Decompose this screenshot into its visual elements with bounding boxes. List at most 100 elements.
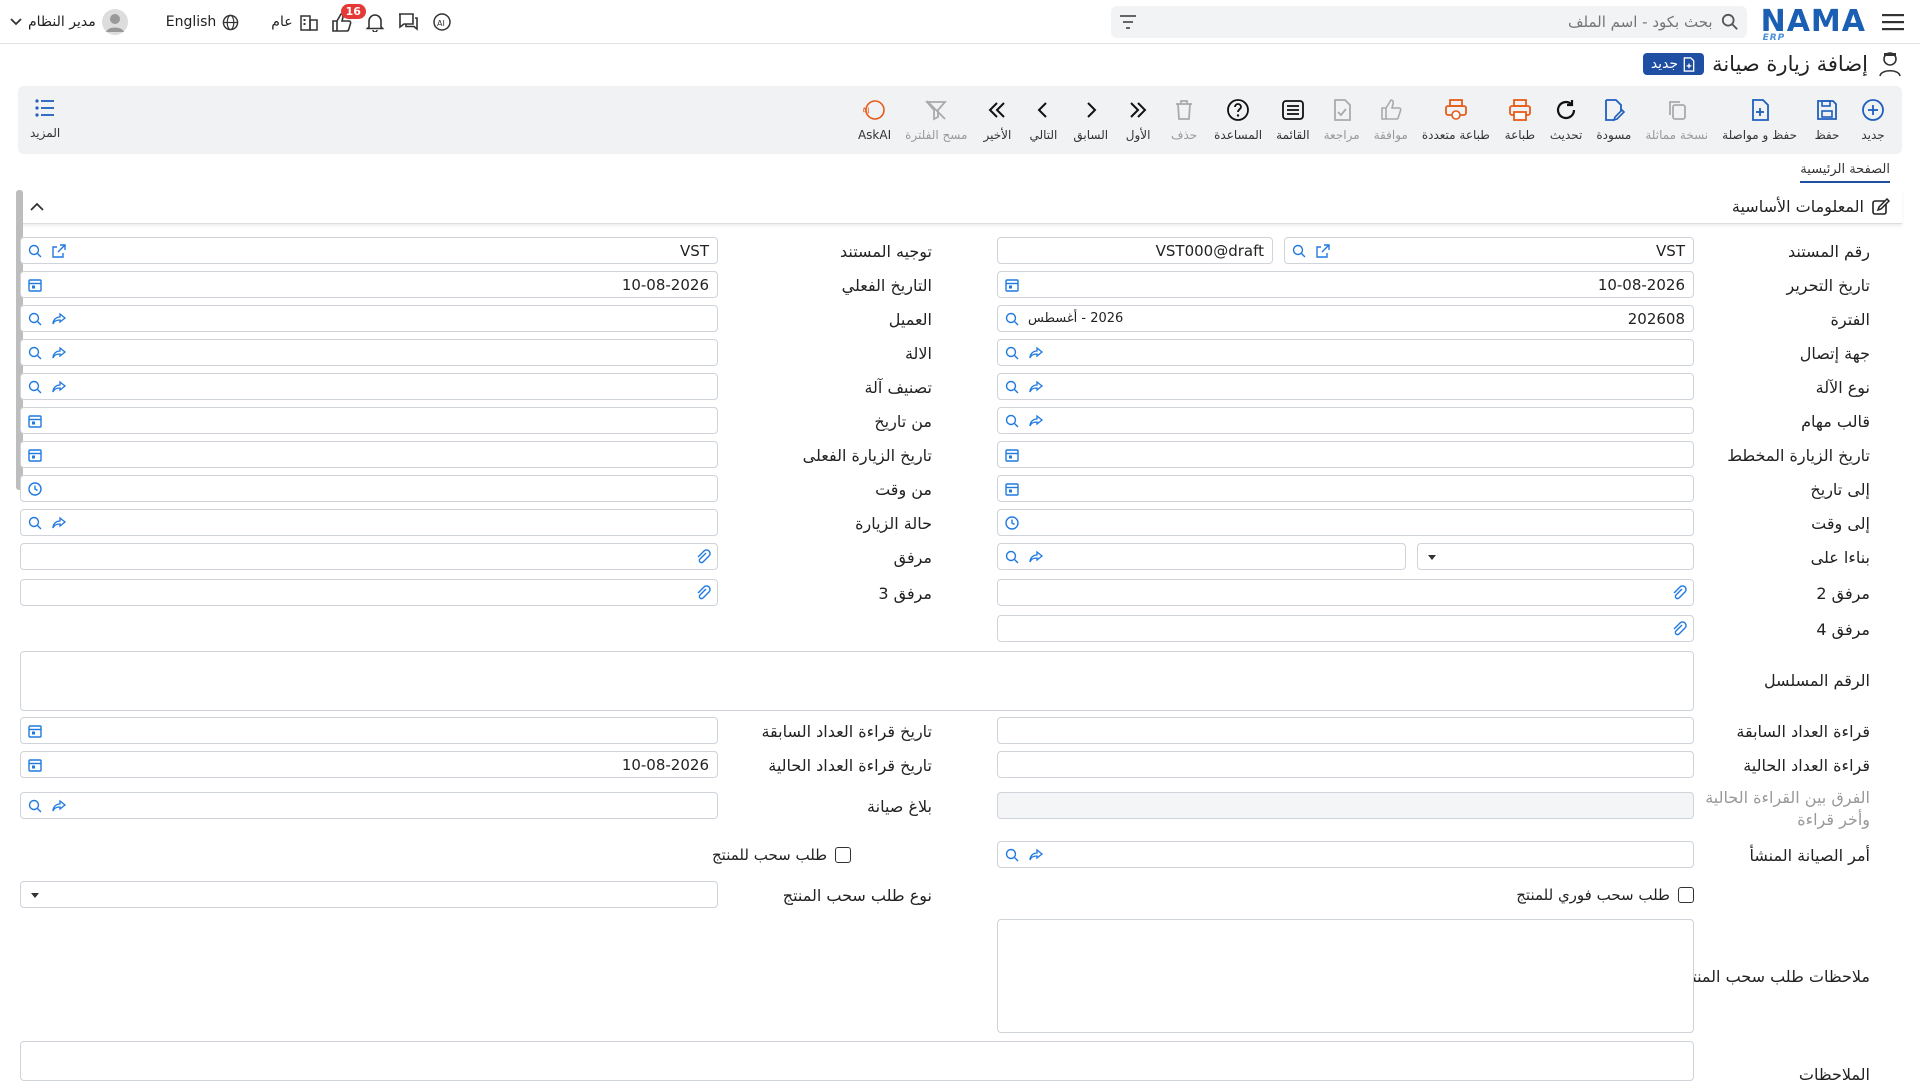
hamburger-menu-icon[interactable]	[1878, 7, 1908, 37]
scope-switch[interactable]: عام	[271, 13, 318, 31]
machine-field[interactable]	[20, 339, 718, 366]
withdraw-type-select[interactable]	[20, 881, 718, 908]
ai-assistant-button[interactable]: AI	[431, 12, 453, 32]
calendar-icon[interactable]	[1004, 447, 1020, 463]
approve-button[interactable]: موافقة	[1367, 98, 1415, 142]
share-arrow-icon[interactable]	[1028, 549, 1044, 565]
paperclip-icon[interactable]	[695, 548, 711, 565]
calendar-icon[interactable]	[1004, 277, 1020, 293]
save-continue-button[interactable]: حفظ و مواصلة	[1715, 98, 1804, 142]
draft-button[interactable]: مسودة	[1589, 98, 1638, 142]
notifications-button[interactable]	[365, 12, 385, 32]
calendar-icon[interactable]	[27, 447, 43, 463]
filter-icon[interactable]	[1119, 14, 1137, 30]
duplicate-button[interactable]: نسخة مماثلة	[1638, 98, 1715, 142]
share-arrow-icon[interactable]	[51, 311, 67, 327]
search-refresh-icon[interactable]	[1291, 243, 1307, 259]
more-button[interactable]: المزيد	[30, 96, 60, 140]
curr-reading-field[interactable]	[997, 751, 1694, 778]
new-button[interactable]: جديد	[1850, 98, 1896, 142]
share-arrow-icon[interactable]	[51, 798, 67, 814]
search-refresh-icon[interactable]	[27, 379, 43, 395]
calendar-icon[interactable]	[27, 723, 43, 739]
prev-reading-date-field[interactable]	[20, 717, 718, 744]
calendar-icon[interactable]	[27, 277, 43, 293]
customer-field[interactable]	[20, 305, 718, 332]
last-button[interactable]: الأخير	[974, 98, 1020, 142]
attachment-3-field[interactable]	[20, 579, 718, 606]
search-refresh-icon[interactable]	[1004, 413, 1020, 429]
attachment-field[interactable]	[20, 543, 718, 570]
share-arrow-icon[interactable]	[51, 515, 67, 531]
based-on-reference-field[interactable]	[997, 543, 1406, 570]
visit-status-field[interactable]	[20, 509, 718, 536]
period-field[interactable]: 202608 2026 - أغسطس	[997, 305, 1694, 332]
share-arrow-icon[interactable]	[1028, 379, 1044, 395]
messages-button[interactable]	[397, 12, 419, 32]
search-refresh-icon[interactable]	[27, 515, 43, 531]
from-time-field[interactable]	[20, 475, 718, 502]
machine-type-field[interactable]	[997, 373, 1694, 400]
refresh-button[interactable]: تحديث	[1543, 98, 1590, 142]
search-refresh-icon[interactable]	[1004, 847, 1020, 863]
to-time-field[interactable]	[997, 509, 1694, 536]
instant-withdraw-checkbox[interactable]: طلب سحب فوري للمنتج	[1516, 886, 1694, 904]
edit-date-field[interactable]: 10-08-2026	[997, 271, 1694, 298]
doc-direction-field[interactable]: VST	[20, 237, 718, 264]
chevron-up-icon[interactable]	[30, 202, 44, 211]
approvals-button[interactable]: 16	[331, 4, 366, 32]
help-button[interactable]: المساعدة	[1207, 98, 1269, 142]
based-on-select[interactable]	[1417, 543, 1694, 570]
search-input[interactable]	[1136, 12, 1721, 31]
to-date-field[interactable]	[997, 475, 1694, 502]
search-refresh-icon[interactable]	[27, 243, 43, 259]
askai-button[interactable]: AI AskAI	[851, 98, 898, 142]
task-template-field[interactable]	[997, 407, 1694, 434]
checkbox-box[interactable]	[1678, 887, 1694, 903]
withdraw-request-checkbox[interactable]: طلب سحب للمنتج	[712, 846, 852, 864]
planned-visit-field[interactable]	[997, 441, 1694, 468]
first-button[interactable]: الأول	[1115, 98, 1161, 142]
checkbox-box[interactable]	[835, 847, 852, 863]
language-switch[interactable]: English	[166, 14, 240, 31]
user-menu[interactable]: مدير النظام	[10, 9, 128, 35]
delete-button[interactable]: حذف	[1161, 98, 1207, 142]
attachment-4-field[interactable]	[997, 615, 1694, 642]
share-arrow-icon[interactable]	[51, 345, 67, 361]
calendar-icon[interactable]	[27, 757, 43, 773]
maintenance-order-field[interactable]	[997, 841, 1694, 868]
share-arrow-icon[interactable]	[51, 379, 67, 395]
from-date-field[interactable]	[20, 407, 718, 434]
print-button[interactable]: طباعة	[1497, 98, 1543, 142]
actual-visit-field[interactable]	[20, 441, 718, 468]
share-arrow-icon[interactable]	[1028, 847, 1044, 863]
nama-logo[interactable]: NAMA ERP	[1761, 4, 1866, 43]
search-refresh-icon[interactable]	[1004, 311, 1020, 327]
calendar-icon[interactable]	[1004, 481, 1020, 497]
section-header[interactable]: المعلومات الأساسية	[18, 190, 1902, 224]
search-icon[interactable]	[1721, 13, 1739, 31]
paperclip-icon[interactable]	[1671, 584, 1687, 601]
actual-date-field[interactable]: 10-08-2026	[20, 271, 718, 298]
share-arrow-icon[interactable]	[1028, 345, 1044, 361]
clear-filter-button[interactable]: مسح الفلترة	[898, 98, 974, 142]
previous-button[interactable]: السابق	[1066, 98, 1115, 142]
clock-icon[interactable]	[27, 481, 43, 497]
withdraw-notes-textarea[interactable]	[997, 919, 1694, 1033]
search-refresh-icon[interactable]	[1004, 379, 1020, 395]
search-refresh-icon[interactable]	[27, 798, 43, 814]
external-link-icon[interactable]	[1315, 243, 1331, 259]
serial-textarea[interactable]	[20, 651, 1694, 711]
curr-reading-date-field[interactable]: 10-08-2026	[20, 751, 718, 778]
search-refresh-icon[interactable]	[1004, 549, 1020, 565]
search-refresh-icon[interactable]	[27, 311, 43, 327]
search-refresh-icon[interactable]	[27, 345, 43, 361]
calendar-icon[interactable]	[27, 413, 43, 429]
notes-textarea[interactable]	[20, 1041, 1694, 1081]
review-button[interactable]: مراجعة	[1317, 98, 1367, 142]
list-button[interactable]: القائمة	[1269, 98, 1316, 142]
doc-no-field[interactable]: VST000@draft	[997, 237, 1273, 264]
next-button[interactable]: التالي	[1020, 98, 1066, 142]
prev-reading-field[interactable]	[997, 717, 1694, 744]
maintenance-report-field[interactable]	[20, 792, 718, 819]
